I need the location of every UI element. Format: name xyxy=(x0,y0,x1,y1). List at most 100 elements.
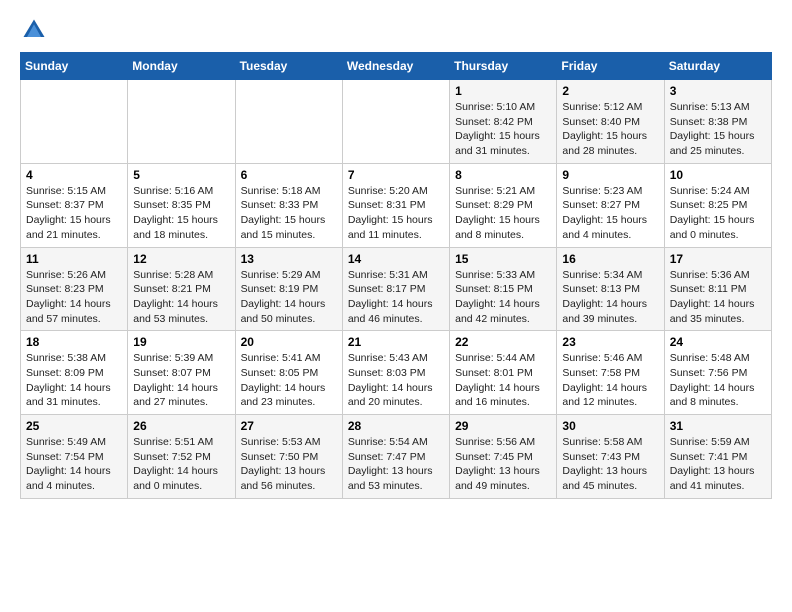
day-number: 12 xyxy=(133,252,229,266)
day-info: Sunrise: 5:21 AM Sunset: 8:29 PM Dayligh… xyxy=(455,184,551,243)
calendar-cell: 9 Sunrise: 5:23 AM Sunset: 8:27 PM Daylig… xyxy=(557,163,664,247)
calendar-cell: 20Sunrise: 5:41 AM Sunset: 8:05 PM Dayli… xyxy=(235,331,342,415)
calendar-cell: 25 Sunrise: 5:49 AM Sunset: 7:54 PM Dayli… xyxy=(21,415,128,499)
day-info: Sunrise: 5:58 AM Sunset: 7:43 PM Dayligh… xyxy=(562,435,658,494)
calendar-cell xyxy=(21,80,128,164)
calendar-cell xyxy=(342,80,449,164)
day-info: Sunrise: 5:48 AM Sunset: 7:56 PM Dayligh… xyxy=(670,351,766,410)
header-day-wednesday: Wednesday xyxy=(342,53,449,80)
calendar-cell xyxy=(235,80,342,164)
day-number: 28 xyxy=(348,419,444,433)
day-number: 31 xyxy=(670,419,766,433)
day-info: Sunrise: 5:44 AM Sunset: 8:01 PM Dayligh… xyxy=(455,351,551,410)
day-info: Sunrise: 5:13 AM Sunset: 8:38 PM Dayligh… xyxy=(670,100,766,159)
day-number: 24 xyxy=(670,335,766,349)
day-number: 17 xyxy=(670,252,766,266)
header-day-sunday: Sunday xyxy=(21,53,128,80)
day-info: Sunrise: 5:53 AM Sunset: 7:50 PM Dayligh… xyxy=(241,435,337,494)
logo xyxy=(20,16,52,44)
calendar-cell: 14 Sunrise: 5:31 AM Sunset: 8:17 PM Dayli… xyxy=(342,247,449,331)
day-info: Sunrise: 5:56 AM Sunset: 7:45 PM Dayligh… xyxy=(455,435,551,494)
day-number: 11 xyxy=(26,252,122,266)
calendar-cell: 27Sunrise: 5:53 AM Sunset: 7:50 PM Dayli… xyxy=(235,415,342,499)
day-number: 4 xyxy=(26,168,122,182)
day-number: 15 xyxy=(455,252,551,266)
day-info: Sunrise: 5:24 AM Sunset: 8:25 PM Dayligh… xyxy=(670,184,766,243)
day-info: Sunrise: 5:16 AM Sunset: 8:35 PM Dayligh… xyxy=(133,184,229,243)
page-header xyxy=(20,16,772,44)
day-number: 16 xyxy=(562,252,658,266)
calendar-cell: 19 Sunrise: 5:39 AM Sunset: 8:07 PM Dayli… xyxy=(128,331,235,415)
day-number: 5 xyxy=(133,168,229,182)
calendar-cell: 21Sunrise: 5:43 AM Sunset: 8:03 PM Dayli… xyxy=(342,331,449,415)
calendar-row-3: 18Sunrise: 5:38 AM Sunset: 8:09 PM Dayli… xyxy=(21,331,772,415)
calendar-cell: 4 Sunrise: 5:15 AM Sunset: 8:37 PM Daylig… xyxy=(21,163,128,247)
day-info: Sunrise: 5:31 AM Sunset: 8:17 PM Dayligh… xyxy=(348,268,444,327)
day-number: 3 xyxy=(670,84,766,98)
calendar-cell: 29 Sunrise: 5:56 AM Sunset: 7:45 PM Dayli… xyxy=(450,415,557,499)
day-number: 8 xyxy=(455,168,551,182)
day-info: Sunrise: 5:33 AM Sunset: 8:15 PM Dayligh… xyxy=(455,268,551,327)
day-number: 7 xyxy=(348,168,444,182)
calendar-cell: 17 Sunrise: 5:36 AM Sunset: 8:11 PM Dayli… xyxy=(664,247,771,331)
calendar-cell: 22 Sunrise: 5:44 AM Sunset: 8:01 PM Dayli… xyxy=(450,331,557,415)
day-number: 29 xyxy=(455,419,551,433)
header-day-tuesday: Tuesday xyxy=(235,53,342,80)
calendar-cell: 3 Sunrise: 5:13 AM Sunset: 8:38 PM Daylig… xyxy=(664,80,771,164)
day-number: 9 xyxy=(562,168,658,182)
day-info: Sunrise: 5:20 AM Sunset: 8:31 PM Dayligh… xyxy=(348,184,444,243)
day-info: Sunrise: 5:38 AM Sunset: 8:09 PM Dayligh… xyxy=(26,351,122,410)
day-number: 26 xyxy=(133,419,229,433)
day-info: Sunrise: 5:23 AM Sunset: 8:27 PM Dayligh… xyxy=(562,184,658,243)
day-number: 1 xyxy=(455,84,551,98)
day-number: 21 xyxy=(348,335,444,349)
calendar-row-1: 4 Sunrise: 5:15 AM Sunset: 8:37 PM Daylig… xyxy=(21,163,772,247)
calendar-cell: 28 Sunrise: 5:54 AM Sunset: 7:47 PM Dayli… xyxy=(342,415,449,499)
day-info: Sunrise: 5:54 AM Sunset: 7:47 PM Dayligh… xyxy=(348,435,444,494)
day-info: Sunrise: 5:29 AM Sunset: 8:19 PM Dayligh… xyxy=(241,268,337,327)
calendar-cell: 2 Sunrise: 5:12 AM Sunset: 8:40 PM Daylig… xyxy=(557,80,664,164)
header-day-monday: Monday xyxy=(128,53,235,80)
header-day-thursday: Thursday xyxy=(450,53,557,80)
day-info: Sunrise: 5:15 AM Sunset: 8:37 PM Dayligh… xyxy=(26,184,122,243)
calendar-cell: 5 Sunrise: 5:16 AM Sunset: 8:35 PM Daylig… xyxy=(128,163,235,247)
day-number: 6 xyxy=(241,168,337,182)
calendar-cell: 24 Sunrise: 5:48 AM Sunset: 7:56 PM Dayli… xyxy=(664,331,771,415)
calendar-cell xyxy=(128,80,235,164)
day-number: 2 xyxy=(562,84,658,98)
calendar-table: SundayMondayTuesdayWednesdayThursdayFrid… xyxy=(20,52,772,499)
calendar-cell: 1 Sunrise: 5:10 AM Sunset: 8:42 PM Daylig… xyxy=(450,80,557,164)
day-info: Sunrise: 5:39 AM Sunset: 8:07 PM Dayligh… xyxy=(133,351,229,410)
calendar-cell: 7 Sunrise: 5:20 AM Sunset: 8:31 PM Daylig… xyxy=(342,163,449,247)
day-info: Sunrise: 5:18 AM Sunset: 8:33 PM Dayligh… xyxy=(241,184,337,243)
day-number: 10 xyxy=(670,168,766,182)
calendar-cell: 11 Sunrise: 5:26 AM Sunset: 8:23 PM Dayli… xyxy=(21,247,128,331)
day-info: Sunrise: 5:12 AM Sunset: 8:40 PM Dayligh… xyxy=(562,100,658,159)
calendar-cell: 31Sunrise: 5:59 AM Sunset: 7:41 PM Dayli… xyxy=(664,415,771,499)
calendar-cell: 12Sunrise: 5:28 AM Sunset: 8:21 PM Dayli… xyxy=(128,247,235,331)
day-info: Sunrise: 5:34 AM Sunset: 8:13 PM Dayligh… xyxy=(562,268,658,327)
day-number: 19 xyxy=(133,335,229,349)
calendar-cell: 30 Sunrise: 5:58 AM Sunset: 7:43 PM Dayli… xyxy=(557,415,664,499)
calendar-cell: 13 Sunrise: 5:29 AM Sunset: 8:19 PM Dayli… xyxy=(235,247,342,331)
day-info: Sunrise: 5:46 AM Sunset: 7:58 PM Dayligh… xyxy=(562,351,658,410)
calendar-header: SundayMondayTuesdayWednesdayThursdayFrid… xyxy=(21,53,772,80)
day-number: 25 xyxy=(26,419,122,433)
header-day-friday: Friday xyxy=(557,53,664,80)
day-info: Sunrise: 5:26 AM Sunset: 8:23 PM Dayligh… xyxy=(26,268,122,327)
day-info: Sunrise: 5:10 AM Sunset: 8:42 PM Dayligh… xyxy=(455,100,551,159)
calendar-cell: 8 Sunrise: 5:21 AM Sunset: 8:29 PM Daylig… xyxy=(450,163,557,247)
day-number: 23 xyxy=(562,335,658,349)
day-info: Sunrise: 5:49 AM Sunset: 7:54 PM Dayligh… xyxy=(26,435,122,494)
calendar-row-2: 11 Sunrise: 5:26 AM Sunset: 8:23 PM Dayli… xyxy=(21,247,772,331)
day-info: Sunrise: 5:51 AM Sunset: 7:52 PM Dayligh… xyxy=(133,435,229,494)
day-number: 20 xyxy=(241,335,337,349)
calendar-cell: 18Sunrise: 5:38 AM Sunset: 8:09 PM Dayli… xyxy=(21,331,128,415)
day-info: Sunrise: 5:36 AM Sunset: 8:11 PM Dayligh… xyxy=(670,268,766,327)
calendar-cell: 10 Sunrise: 5:24 AM Sunset: 8:25 PM Dayli… xyxy=(664,163,771,247)
day-number: 30 xyxy=(562,419,658,433)
calendar-cell: 15 Sunrise: 5:33 AM Sunset: 8:15 PM Dayli… xyxy=(450,247,557,331)
day-number: 22 xyxy=(455,335,551,349)
day-number: 14 xyxy=(348,252,444,266)
day-number: 13 xyxy=(241,252,337,266)
